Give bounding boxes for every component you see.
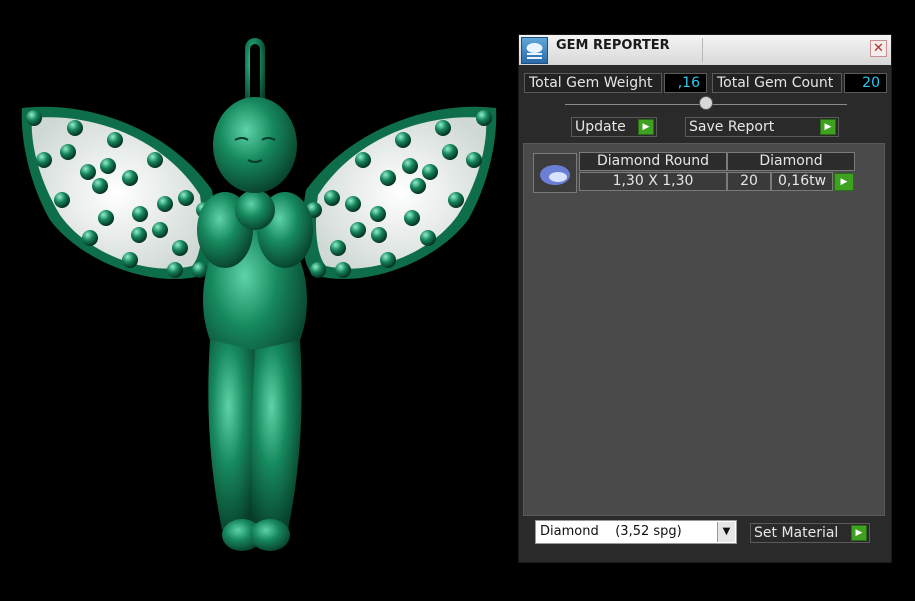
save-report-button[interactable]: Save Report ▶ xyxy=(685,117,839,137)
arrow-right-icon: ▶ xyxy=(638,119,654,135)
material-select[interactable]: Diamond (3,52 spg) ▼ xyxy=(535,520,737,544)
arrow-right-icon[interactable]: ▶ xyxy=(834,173,854,191)
gem-weight-cell: 0,16tw xyxy=(771,172,833,191)
3d-viewport[interactable] xyxy=(0,0,515,597)
arrow-right-icon: ▶ xyxy=(851,525,867,541)
set-material-label: Set Material xyxy=(754,525,839,541)
fairy-pendant-model xyxy=(21,38,497,551)
gem-list: Diamond Round Diamond 1,30 X 1,30 20 0,1… xyxy=(523,143,885,516)
save-report-label: Save Report xyxy=(689,119,775,135)
gem-reporter-panel: GEM REPORTER ✕ Total Gem Weight ,16 Tota… xyxy=(518,34,892,563)
material-select-value: Diamond (3,52 spg) xyxy=(540,524,682,539)
gem-reporter-icon xyxy=(521,37,548,64)
gem-count-cell: 20 xyxy=(727,172,771,191)
total-gem-count-value: 20 xyxy=(844,73,887,93)
gem-shape-cell: Diamond Round xyxy=(579,152,727,171)
title-divider xyxy=(702,38,703,62)
total-gem-weight-value: ,16 xyxy=(664,73,707,93)
chevron-down-icon[interactable]: ▼ xyxy=(717,522,735,542)
total-gem-weight-label: Total Gem Weight xyxy=(524,73,662,93)
update-label: Update xyxy=(575,119,626,135)
close-icon[interactable]: ✕ xyxy=(870,40,887,57)
gem-material-cell: Diamond xyxy=(727,152,855,171)
total-gem-count-label: Total Gem Count xyxy=(712,73,842,93)
window-title: GEM REPORTER xyxy=(556,38,670,53)
update-button[interactable]: Update ▶ xyxy=(571,117,657,137)
arrow-right-icon: ▶ xyxy=(820,119,836,135)
gem-size-cell: 1,30 X 1,30 xyxy=(579,172,727,191)
title-bar[interactable]: GEM REPORTER ✕ xyxy=(519,35,891,65)
slider-handle[interactable] xyxy=(699,96,713,110)
set-material-button[interactable]: Set Material ▶ xyxy=(750,523,870,543)
gem-thumbnail-icon xyxy=(533,153,577,193)
